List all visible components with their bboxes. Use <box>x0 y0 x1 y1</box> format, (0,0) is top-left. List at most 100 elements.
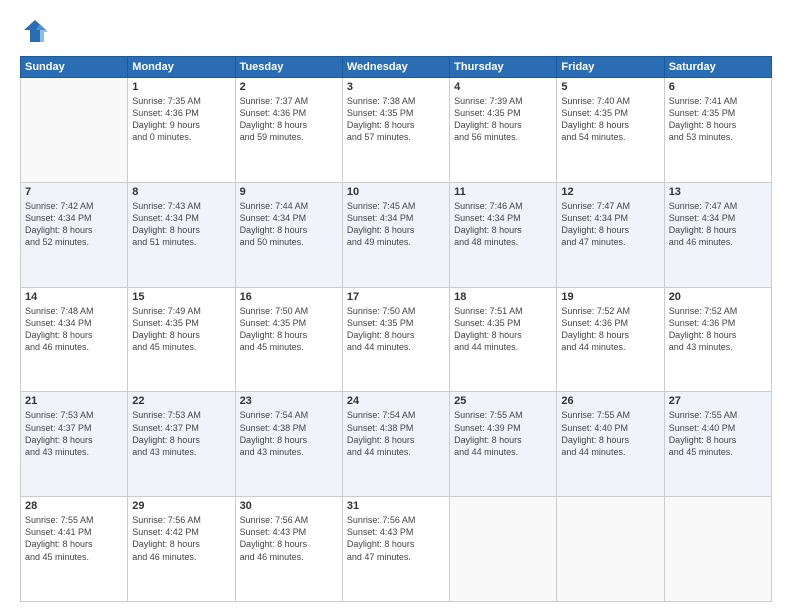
day-info: Sunrise: 7:38 AM Sunset: 4:35 PM Dayligh… <box>347 95 445 144</box>
logo <box>20 16 56 46</box>
calendar-cell: 29Sunrise: 7:56 AM Sunset: 4:42 PM Dayli… <box>128 497 235 602</box>
day-number: 26 <box>561 395 659 407</box>
day-number: 4 <box>454 81 552 93</box>
day-number: 7 <box>25 186 123 198</box>
header-row: SundayMondayTuesdayWednesdayThursdayFrid… <box>21 57 772 78</box>
day-number: 14 <box>25 291 123 303</box>
calendar-cell: 1Sunrise: 7:35 AM Sunset: 4:36 PM Daylig… <box>128 78 235 183</box>
day-number: 18 <box>454 291 552 303</box>
week-row-2: 7 Sunrise: 7:42 AM Sunset: 4:34 PM Daylig… <box>21 182 772 287</box>
calendar-cell <box>557 497 664 602</box>
calendar-cell: 9 Sunrise: 7:44 AM Sunset: 4:34 PM Daylig… <box>235 182 342 287</box>
day-number: 27 <box>669 395 767 407</box>
day-info: Sunrise: 7:52 AM Sunset: 4:36 PM Dayligh… <box>561 305 659 354</box>
day-number: 15 <box>132 291 230 303</box>
day-info: Sunrise: 7:40 AM Sunset: 4:35 PM Dayligh… <box>561 95 659 144</box>
day-number: 23 <box>240 395 338 407</box>
day-number: 10 <box>347 186 445 198</box>
day-info: Sunrise: 7:46 AM Sunset: 4:34 PM Dayligh… <box>454 200 552 249</box>
col-header-wednesday: Wednesday <box>342 57 449 78</box>
day-number: 2 <box>240 81 338 93</box>
day-info: Sunrise: 7:48 AM Sunset: 4:34 PM Dayligh… <box>25 305 123 354</box>
week-row-5: 28 Sunrise: 7:55 AM Sunset: 4:41 PM Dayli… <box>21 497 772 602</box>
calendar-cell: 18Sunrise: 7:51 AM Sunset: 4:35 PM Dayli… <box>450 287 557 392</box>
col-header-thursday: Thursday <box>450 57 557 78</box>
day-number: 1 <box>132 81 230 93</box>
logo-icon <box>20 16 50 46</box>
day-info: Sunrise: 7:56 AM Sunset: 4:42 PM Dayligh… <box>132 514 230 563</box>
day-number: 12 <box>561 186 659 198</box>
day-info: Sunrise: 7:39 AM Sunset: 4:35 PM Dayligh… <box>454 95 552 144</box>
day-info: Sunrise: 7:49 AM Sunset: 4:35 PM Dayligh… <box>132 305 230 354</box>
col-header-saturday: Saturday <box>664 57 771 78</box>
day-number: 8 <box>132 186 230 198</box>
calendar-cell: 23 Sunrise: 7:54 AM Sunset: 4:38 PM Dayli… <box>235 392 342 497</box>
day-info: Sunrise: 7:55 AM Sunset: 4:40 PM Dayligh… <box>561 409 659 458</box>
day-number: 11 <box>454 186 552 198</box>
calendar-cell: 19Sunrise: 7:52 AM Sunset: 4:36 PM Dayli… <box>557 287 664 392</box>
week-row-3: 14 Sunrise: 7:48 AM Sunset: 4:34 PM Dayli… <box>21 287 772 392</box>
calendar-cell: 17 Sunrise: 7:50 AM Sunset: 4:35 PM Dayli… <box>342 287 449 392</box>
day-number: 30 <box>240 500 338 512</box>
day-number: 28 <box>25 500 123 512</box>
day-info: Sunrise: 7:42 AM Sunset: 4:34 PM Dayligh… <box>25 200 123 249</box>
week-row-1: 1Sunrise: 7:35 AM Sunset: 4:36 PM Daylig… <box>21 78 772 183</box>
calendar-cell: 6 Sunrise: 7:41 AM Sunset: 4:35 PM Daylig… <box>664 78 771 183</box>
calendar-cell <box>21 78 128 183</box>
col-header-sunday: Sunday <box>21 57 128 78</box>
day-info: Sunrise: 7:50 AM Sunset: 4:35 PM Dayligh… <box>240 305 338 354</box>
day-number: 6 <box>669 81 767 93</box>
day-number: 24 <box>347 395 445 407</box>
calendar-cell: 30 Sunrise: 7:56 AM Sunset: 4:43 PM Dayli… <box>235 497 342 602</box>
calendar-cell: 10Sunrise: 7:45 AM Sunset: 4:34 PM Dayli… <box>342 182 449 287</box>
day-info: Sunrise: 7:54 AM Sunset: 4:38 PM Dayligh… <box>240 409 338 458</box>
day-info: Sunrise: 7:41 AM Sunset: 4:35 PM Dayligh… <box>669 95 767 144</box>
calendar-cell <box>664 497 771 602</box>
day-number: 16 <box>240 291 338 303</box>
day-number: 22 <box>132 395 230 407</box>
calendar-cell: 12 Sunrise: 7:47 AM Sunset: 4:34 PM Dayli… <box>557 182 664 287</box>
day-info: Sunrise: 7:56 AM Sunset: 4:43 PM Dayligh… <box>347 514 445 563</box>
calendar-cell <box>450 497 557 602</box>
day-number: 21 <box>25 395 123 407</box>
day-number: 13 <box>669 186 767 198</box>
calendar-cell: 2Sunrise: 7:37 AM Sunset: 4:36 PM Daylig… <box>235 78 342 183</box>
day-info: Sunrise: 7:52 AM Sunset: 4:36 PM Dayligh… <box>669 305 767 354</box>
day-info: Sunrise: 7:55 AM Sunset: 4:41 PM Dayligh… <box>25 514 123 563</box>
calendar-cell: 24 Sunrise: 7:54 AM Sunset: 4:38 PM Dayli… <box>342 392 449 497</box>
week-row-4: 21 Sunrise: 7:53 AM Sunset: 4:37 PM Dayli… <box>21 392 772 497</box>
page: SundayMondayTuesdayWednesdayThursdayFrid… <box>0 0 792 612</box>
day-number: 3 <box>347 81 445 93</box>
day-info: Sunrise: 7:50 AM Sunset: 4:35 PM Dayligh… <box>347 305 445 354</box>
col-header-monday: Monday <box>128 57 235 78</box>
calendar-cell: 14 Sunrise: 7:48 AM Sunset: 4:34 PM Dayli… <box>21 287 128 392</box>
calendar-cell: 21Sunrise: 7:53 AM Sunset: 4:37 PM Dayli… <box>21 392 128 497</box>
day-number: 17 <box>347 291 445 303</box>
day-info: Sunrise: 7:53 AM Sunset: 4:37 PM Dayligh… <box>132 409 230 458</box>
col-header-tuesday: Tuesday <box>235 57 342 78</box>
day-number: 20 <box>669 291 767 303</box>
calendar-cell: 15 Sunrise: 7:49 AM Sunset: 4:35 PM Dayli… <box>128 287 235 392</box>
day-number: 5 <box>561 81 659 93</box>
calendar-cell: 3 Sunrise: 7:38 AM Sunset: 4:35 PM Daylig… <box>342 78 449 183</box>
calendar-cell: 13 Sunrise: 7:47 AM Sunset: 4:34 PM Dayli… <box>664 182 771 287</box>
day-info: Sunrise: 7:47 AM Sunset: 4:34 PM Dayligh… <box>669 200 767 249</box>
day-info: Sunrise: 7:54 AM Sunset: 4:38 PM Dayligh… <box>347 409 445 458</box>
day-info: Sunrise: 7:56 AM Sunset: 4:43 PM Dayligh… <box>240 514 338 563</box>
day-info: Sunrise: 7:43 AM Sunset: 4:34 PM Dayligh… <box>132 200 230 249</box>
calendar-cell: 7 Sunrise: 7:42 AM Sunset: 4:34 PM Daylig… <box>21 182 128 287</box>
calendar-cell: 20 Sunrise: 7:52 AM Sunset: 4:36 PM Dayli… <box>664 287 771 392</box>
day-number: 25 <box>454 395 552 407</box>
calendar-cell: 11 Sunrise: 7:46 AM Sunset: 4:34 PM Dayli… <box>450 182 557 287</box>
day-info: Sunrise: 7:47 AM Sunset: 4:34 PM Dayligh… <box>561 200 659 249</box>
day-info: Sunrise: 7:55 AM Sunset: 4:39 PM Dayligh… <box>454 409 552 458</box>
calendar-cell: 5 Sunrise: 7:40 AM Sunset: 4:35 PM Daylig… <box>557 78 664 183</box>
calendar-cell: 16 Sunrise: 7:50 AM Sunset: 4:35 PM Dayli… <box>235 287 342 392</box>
header <box>20 16 772 46</box>
day-info: Sunrise: 7:44 AM Sunset: 4:34 PM Dayligh… <box>240 200 338 249</box>
calendar-cell: 8 Sunrise: 7:43 AM Sunset: 4:34 PM Daylig… <box>128 182 235 287</box>
calendar-cell: 22 Sunrise: 7:53 AM Sunset: 4:37 PM Dayli… <box>128 392 235 497</box>
day-number: 9 <box>240 186 338 198</box>
day-number: 31 <box>347 500 445 512</box>
calendar-cell: 27Sunrise: 7:55 AM Sunset: 4:40 PM Dayli… <box>664 392 771 497</box>
